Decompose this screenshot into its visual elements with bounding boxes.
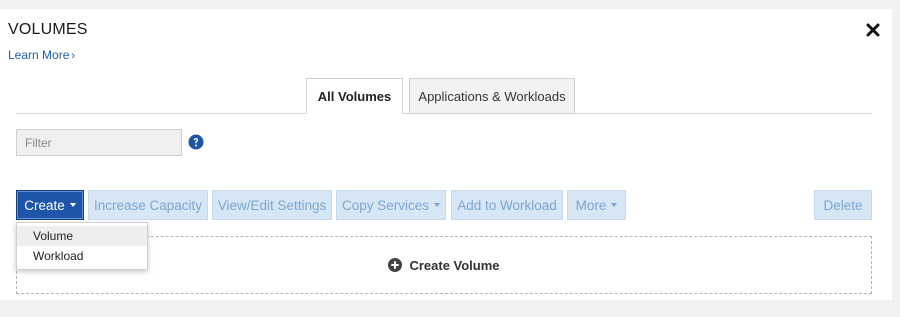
close-button[interactable] [864,21,882,39]
learn-more-label: Learn More [8,48,70,62]
caret-down-icon [69,203,76,207]
filter-input[interactable] [16,129,182,156]
help-button[interactable] [188,134,204,150]
learn-more-link[interactable]: Learn More › [8,48,75,62]
close-icon [866,23,880,37]
copy-services-button[interactable]: Copy Services [336,190,446,220]
volumes-panel: VOLUMES Learn More › All Volumes Applicat… [0,9,892,300]
plus-circle-icon [388,258,403,272]
create-button-label: Create [24,197,65,213]
add-to-workload-button[interactable]: Add to Workload [451,190,563,220]
delete-button[interactable]: Delete [814,190,872,220]
caret-down-icon [434,203,441,207]
question-circle-icon [188,134,204,150]
create-button[interactable]: Create [16,190,84,220]
tab-all-volumes[interactable]: All Volumes [306,78,403,114]
more-label: More [575,197,607,213]
menu-item-workload[interactable]: Workload [17,246,147,266]
view-edit-settings-button[interactable]: View/Edit Settings [212,190,332,220]
copy-services-label: Copy Services [341,197,430,213]
create-dropdown-menu: Volume Workload [16,222,148,270]
increase-capacity-button[interactable]: Increase Capacity [88,190,208,220]
tab-applications-workloads[interactable]: Applications & Workloads [409,78,575,114]
create-volume-label: Create Volume [409,257,500,273]
caret-down-icon [611,203,618,207]
chevron-right-icon: › [71,50,76,62]
create-volume-content: Create Volume [388,257,500,273]
more-button[interactable]: More [567,190,626,220]
page-title: VOLUMES [8,21,88,38]
menu-item-volume[interactable]: Volume [17,226,147,246]
